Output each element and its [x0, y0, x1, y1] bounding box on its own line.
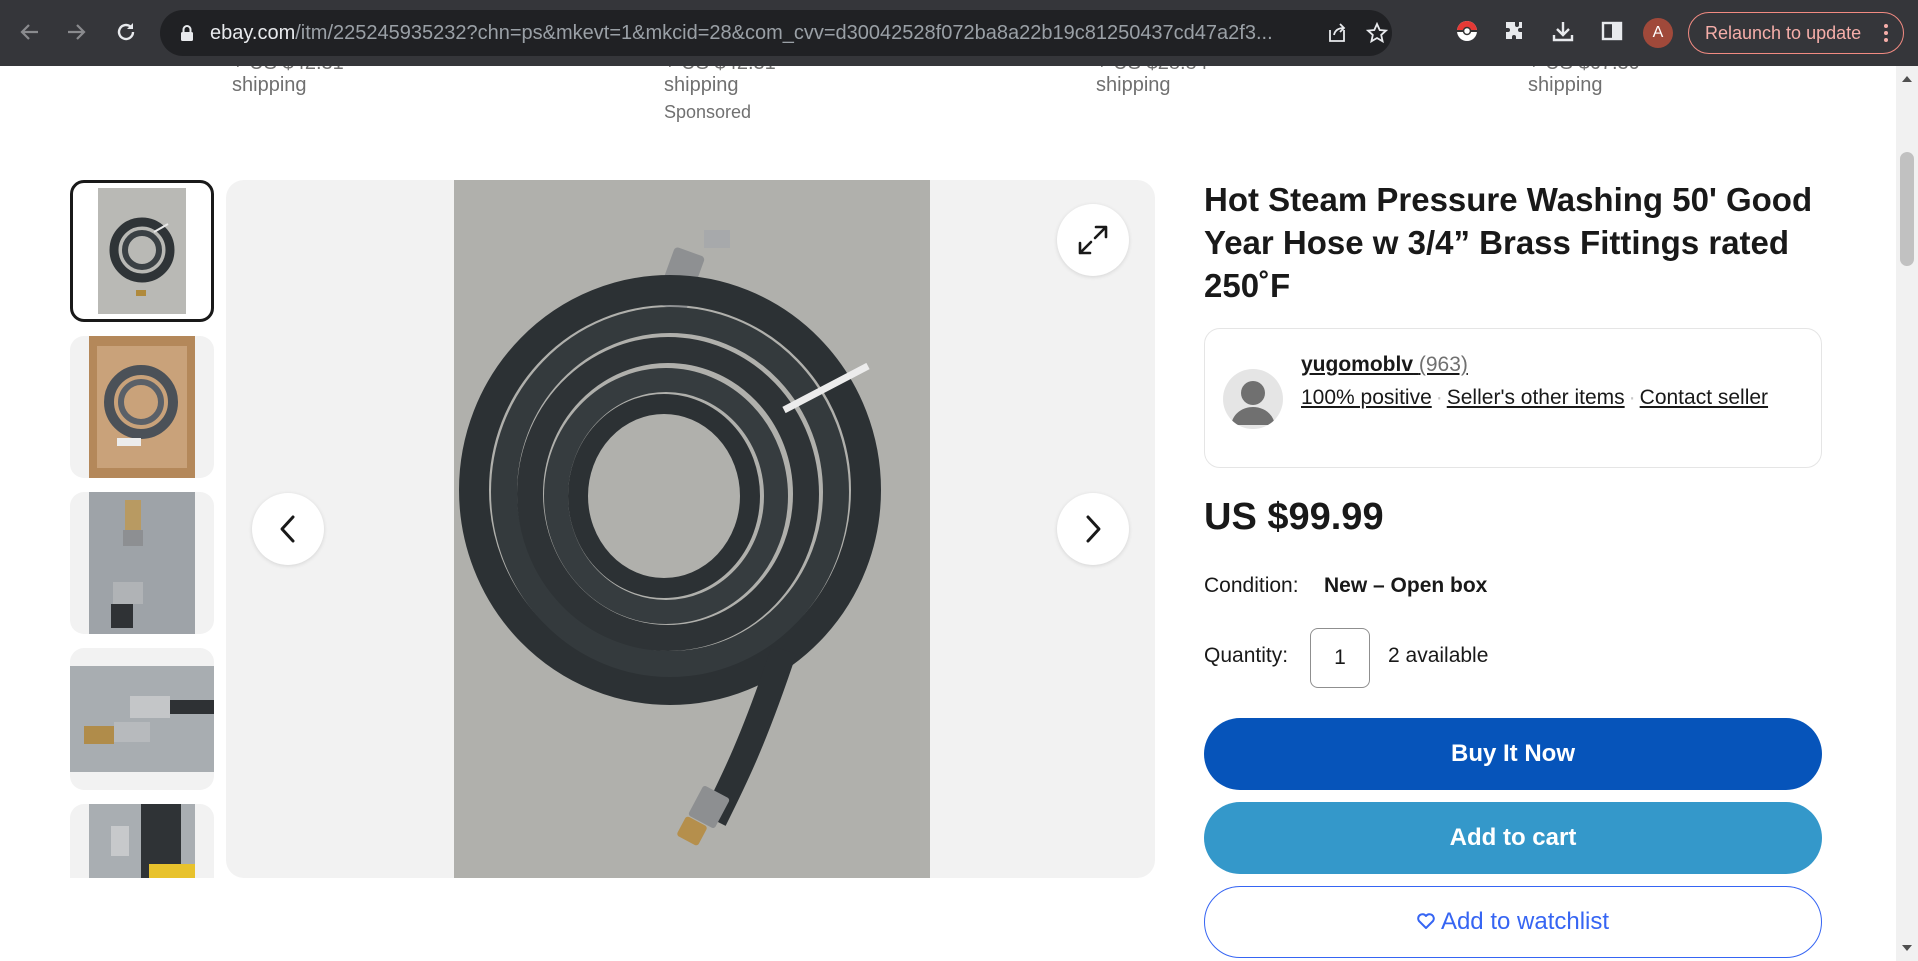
add-to-watchlist-label: Add to watchlist — [1440, 908, 1610, 935]
page-scrollbar[interactable] — [1896, 66, 1918, 961]
pokeball-extension-icon[interactable] — [1451, 15, 1483, 47]
condition-label: Condition: — [1204, 574, 1299, 597]
separator-dot: · — [1435, 386, 1443, 409]
scroll-up-arrow-icon[interactable] — [1902, 76, 1912, 82]
seller-links: 100% positive · Seller's other items · Conta… — [1301, 383, 1801, 413]
profile-avatar[interactable]: A — [1643, 18, 1673, 48]
carousel-item-1[interactable]: + US $42.31 shipping — [232, 66, 344, 96]
browser-toolbar: ebay.com/itm/225245935232?chn=ps&mkevt=1… — [0, 0, 1918, 66]
chevron-right-icon — [1086, 515, 1101, 543]
item-price: US $99.99 — [1204, 496, 1384, 538]
share-icon[interactable] — [1326, 22, 1348, 49]
previous-image-button[interactable] — [252, 493, 324, 565]
add-to-cart-label: Add to cart — [1449, 824, 1577, 851]
download-icon[interactable] — [1547, 15, 1579, 47]
coupler-thumbnail-image — [70, 666, 214, 772]
thumbnail-1[interactable] — [70, 180, 214, 322]
heart-icon — [1417, 908, 1435, 936]
buy-it-now-label: Buy It Now — [1451, 740, 1575, 767]
positive-feedback-link[interactable]: 100% positive — [1301, 386, 1432, 409]
thumbnail-3[interactable] — [70, 492, 214, 634]
lock-icon — [180, 24, 194, 47]
hose-thumbnail-image — [98, 188, 186, 314]
seller-other-items-link[interactable]: Seller's other items — [1447, 386, 1625, 409]
carousel-item-4[interactable]: + US $67.30 shipping — [1528, 66, 1640, 96]
url-text: ebay.com/itm/225245935232?chn=ps&mkevt=1… — [210, 22, 1273, 44]
page-content: + US $42.31 shipping + US $42.31 shippin… — [0, 66, 1896, 961]
thumbnail-4[interactable] — [70, 648, 214, 790]
fullscreen-button[interactable] — [1057, 204, 1129, 276]
puzzle-extensions-icon[interactable] — [1498, 15, 1530, 47]
fittings-thumbnail-image — [89, 492, 195, 634]
reload-icon[interactable] — [108, 14, 144, 50]
expand-icon — [1078, 225, 1108, 255]
carousel-shipping: shipping — [1096, 74, 1171, 96]
carousel-item-2[interactable]: + US $42.31 shipping — [664, 66, 776, 96]
scrollbar-thumb[interactable] — [1900, 152, 1914, 266]
star-icon[interactable] — [1365, 21, 1389, 49]
sponsored-label: Sponsored — [664, 102, 752, 122]
hose-detail-thumbnail-image — [89, 804, 195, 878]
seller-name-link[interactable]: yugomoblv (963) — [1301, 353, 1468, 377]
condition-value: New – Open box — [1324, 574, 1488, 597]
carousel-shipping: shipping — [232, 74, 307, 96]
add-to-cart-button[interactable]: Add to cart — [1204, 802, 1822, 874]
seller-avatar[interactable] — [1223, 369, 1283, 429]
hose-in-box-thumbnail-image — [89, 336, 195, 478]
available-count: 2 available — [1388, 644, 1489, 667]
sidepanel-icon[interactable] — [1596, 15, 1628, 47]
kebab-menu-icon[interactable] — [1883, 22, 1889, 49]
relaunch-button[interactable]: Relaunch to update — [1688, 12, 1904, 54]
user-icon — [1231, 381, 1275, 425]
carousel-price: + US $67.30 — [1528, 66, 1640, 74]
address-bar[interactable]: ebay.com/itm/225245935232?chn=ps&mkevt=1… — [160, 10, 1392, 56]
back-icon[interactable] — [12, 14, 48, 50]
thumbnail-5[interactable] — [70, 804, 214, 878]
carousel-shipping: shipping — [664, 74, 739, 96]
carousel-shipping: shipping — [1528, 74, 1603, 96]
thumbnail-2[interactable] — [70, 336, 214, 478]
carousel-price: + US $42.31 — [232, 66, 344, 74]
carousel-price: + US $42.31 — [664, 66, 776, 74]
contact-seller-link[interactable]: Contact seller — [1640, 386, 1768, 409]
chevron-left-icon — [280, 515, 295, 543]
forward-icon[interactable] — [58, 14, 94, 50]
next-image-button[interactable] — [1057, 493, 1129, 565]
relaunch-label: Relaunch to update — [1705, 22, 1862, 43]
quantity-label: Quantity: — [1204, 644, 1289, 667]
separator-dot: · — [1628, 386, 1636, 409]
seller-name: yugomoblv — [1301, 353, 1414, 376]
main-image-viewer[interactable] — [226, 180, 1155, 878]
add-to-watchlist-button[interactable]: Add to watchlist — [1204, 886, 1822, 958]
scroll-down-arrow-icon[interactable] — [1902, 945, 1912, 951]
carousel-item-3[interactable]: + US $28.84 shipping — [1096, 66, 1208, 96]
seller-info-card: yugomoblv (963) 100% positive · Seller's o… — [1204, 328, 1822, 468]
listing-title: Hot Steam Pressure Washing 50' Good Year… — [1204, 181, 1813, 304]
quantity-input[interactable]: 1 — [1310, 628, 1370, 688]
hose-main-image — [454, 180, 930, 878]
buy-it-now-button[interactable]: Buy It Now — [1204, 718, 1822, 790]
carousel-price: + US $28.84 — [1096, 66, 1208, 74]
seller-feedback-count: (963) — [1418, 353, 1468, 376]
